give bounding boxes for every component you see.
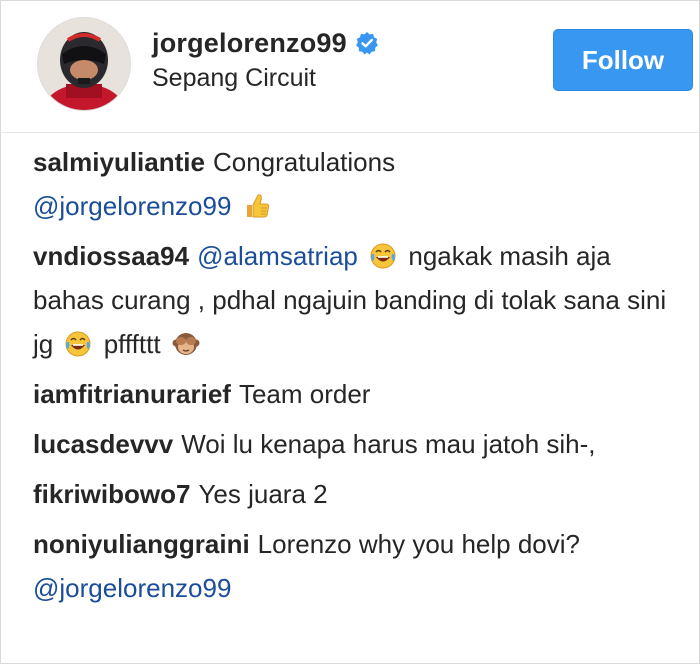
comment: noniyulianggraini Lorenzo why you help do…	[33, 522, 673, 610]
comment-text: Congratulations	[212, 147, 396, 177]
comment-text: Team order	[238, 379, 371, 409]
face-with-tears-of-joy-emoji	[64, 327, 92, 357]
post-location[interactable]: Sepang Circuit	[152, 64, 316, 93]
comment-text: Woi lu kenapa harus mau jatoh sih-,	[181, 429, 596, 459]
comment-mention[interactable]: @jorgelorenzo99	[33, 191, 231, 221]
see-no-evil-monkey-emoji	[172, 327, 200, 355]
comment-username[interactable]: noniyulianggraini	[33, 529, 250, 559]
comment-mention[interactable]: @jorgelorenzo99	[33, 573, 231, 603]
comment-mention[interactable]: @alamsatriap	[197, 241, 358, 271]
comment-text: Lorenzo why you help dovi?	[257, 529, 580, 559]
comment: lucasdevvv Woi lu kenapa harus mau jatoh …	[33, 422, 673, 466]
comment-username[interactable]: iamfitrianurarief	[33, 379, 231, 409]
comment-username[interactable]: vndiossaa94	[33, 241, 189, 271]
comment-username[interactable]: lucasdevvv	[33, 429, 173, 459]
follow-button[interactable]: Follow	[553, 29, 693, 91]
post-header: jorgelorenzo99 Sepang Circuit Follow	[0, 0, 700, 133]
avatar-image	[38, 18, 130, 110]
comment: iamfitrianurarief Team order	[33, 372, 673, 416]
thumbs-up-emoji	[243, 189, 271, 218]
comment: salmiyuliantie Congratulations @jorgelore…	[33, 140, 673, 228]
face-with-tears-of-joy-emoji	[369, 239, 397, 269]
comment-text: Yes juara 2	[198, 479, 328, 509]
comments-list: salmiyuliantie Congratulations @jorgelore…	[33, 140, 673, 610]
comment: vndiossaa94 @alamsatriap ngakak masih aja…	[33, 234, 673, 366]
verified-badge-icon	[355, 31, 379, 55]
username-row: jorgelorenzo99	[152, 24, 379, 62]
comment: fikriwibowo7 Yes juara 2	[33, 472, 673, 516]
avatar[interactable]	[38, 18, 130, 110]
comment-username[interactable]: salmiyuliantie	[33, 147, 205, 177]
comment-text: pfffttt	[103, 329, 161, 359]
post-username[interactable]: jorgelorenzo99	[152, 28, 347, 59]
comment-username[interactable]: fikriwibowo7	[33, 479, 190, 509]
